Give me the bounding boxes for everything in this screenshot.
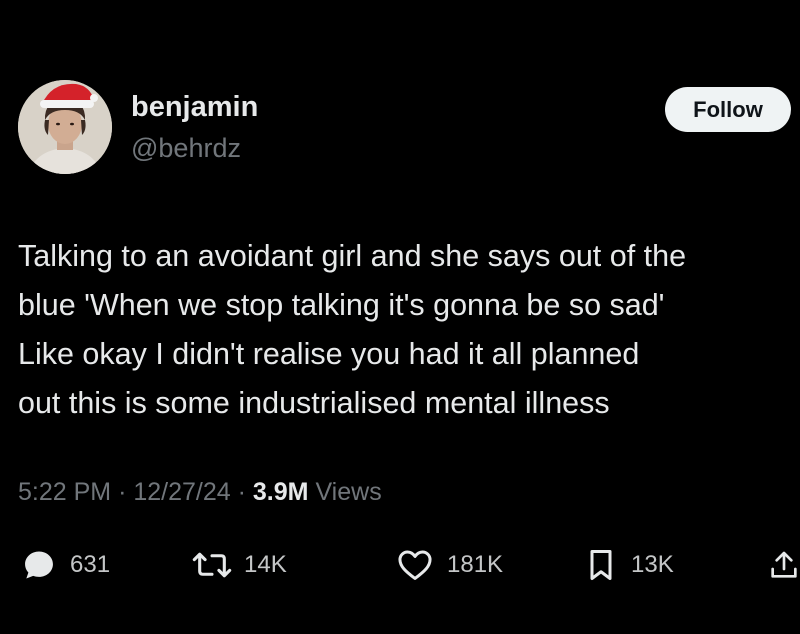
like-button[interactable]: 181K: [395, 545, 503, 585]
tweet-text-line: blue 'When we stop talking it's gonna be…: [18, 288, 665, 322]
repost-icon: [192, 552, 232, 578]
tweet-page: benjamin @behrdz Follow Talking to an av…: [0, 0, 800, 634]
tweet-text-line: Like okay I didn't realise you had it al…: [18, 337, 640, 371]
avatar-photo: [18, 80, 112, 174]
tweet-text-line: Talking to an avoidant girl and she says…: [18, 239, 687, 273]
tweet-date[interactable]: 12/27/24: [133, 478, 230, 506]
follow-button[interactable]: Follow: [665, 87, 791, 132]
reply-button[interactable]: 631: [20, 545, 110, 585]
meta-separator: ·: [118, 478, 127, 506]
repost-count: 14K: [244, 551, 287, 578]
meta-separator: ·: [237, 478, 246, 506]
author-handle[interactable]: @behrdz: [131, 133, 241, 164]
share-icon: [771, 551, 797, 578]
views-label: Views: [315, 478, 382, 506]
like-count: 181K: [447, 551, 504, 578]
tweet-meta: 5:22 PM · 12/27/24 · 3.9M Views: [18, 478, 382, 507]
reply-count: 631: [70, 551, 111, 578]
author-name[interactable]: benjamin: [131, 91, 258, 124]
share-button[interactable]: [768, 545, 800, 585]
bookmark-button[interactable]: 13K: [583, 545, 674, 585]
heart-icon: [398, 550, 432, 580]
bookmark-icon: [590, 550, 612, 580]
reply-icon: [25, 551, 53, 579]
action-bar: 631 14K 181K 13K: [0, 545, 800, 585]
views-count[interactable]: 3.9M: [253, 478, 309, 506]
tweet-text: Talking to an avoidant girl and she says…: [18, 232, 800, 428]
tweet-text-line: out this is some industrialised mental i…: [18, 386, 610, 420]
bookmark-count: 13K: [631, 551, 674, 578]
tweet-time[interactable]: 5:22 PM: [18, 478, 111, 506]
avatar[interactable]: [18, 80, 112, 174]
repost-button[interactable]: 14K: [192, 545, 287, 585]
